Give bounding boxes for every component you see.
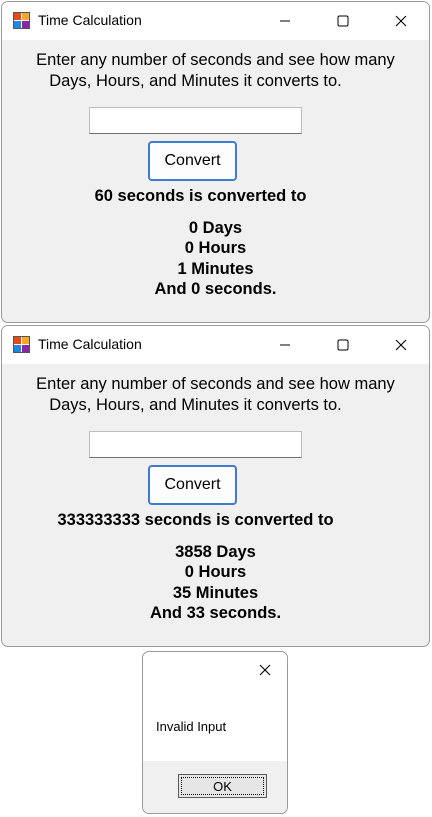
close-icon — [259, 664, 271, 676]
app-icon — [13, 12, 30, 29]
convert-button[interactable]: Convert — [148, 465, 237, 505]
ok-button[interactable]: OK — [178, 774, 267, 798]
result-hours: 0 Hours — [184, 563, 247, 582]
time-calculation-window: Time Calculation Enter any number of sec… — [1, 325, 430, 647]
close-icon — [395, 339, 407, 351]
instructions-label: Enter any number of seconds and see how … — [2, 374, 429, 416]
minimize-button[interactable] — [256, 2, 314, 40]
minimize-icon — [280, 344, 290, 346]
result-seconds: And 33 seconds. — [149, 604, 282, 623]
invalid-input-dialog: Invalid Input OK — [142, 651, 288, 814]
result-seconds: And 0 seconds. — [154, 280, 277, 299]
minimize-button[interactable] — [256, 326, 314, 364]
result-days: 3858 Days — [175, 543, 256, 561]
dialog-message: Invalid Input — [156, 719, 227, 734]
seconds-input[interactable] — [89, 431, 302, 458]
result-block: 0 Days 0 Hours 1 Minutes And 0 seconds. — [2, 218, 429, 300]
title-bar[interactable]: Time Calculation — [2, 326, 429, 364]
close-button[interactable] — [372, 2, 429, 40]
instructions-line-2: Days, Hours, and Minutes it converts to. — [49, 72, 342, 90]
maximize-button[interactable] — [314, 326, 372, 364]
instructions-line-2: Days, Hours, and Minutes it converts to. — [49, 396, 342, 414]
result-headline: 60 seconds is converted to — [94, 187, 307, 205]
maximize-icon — [337, 15, 349, 27]
result-hours: 0 Hours — [184, 239, 247, 258]
dialog-close-button[interactable] — [243, 652, 287, 688]
result-days: 0 Days — [188, 219, 243, 237]
instructions-line-1: Enter any number of seconds and see how … — [36, 51, 395, 69]
close-icon — [395, 15, 407, 27]
title-bar[interactable]: Time Calculation — [2, 2, 429, 40]
window-title: Time Calculation — [38, 12, 142, 28]
time-calculation-window: Time Calculation Enter any number of sec… — [1, 1, 430, 323]
result-block: 3858 Days 0 Hours 35 Minutes And 33 seco… — [2, 542, 429, 624]
result-minutes: 35 Minutes — [172, 583, 259, 602]
maximize-icon — [337, 339, 349, 351]
seconds-input[interactable] — [89, 107, 302, 134]
minimize-icon — [280, 20, 290, 22]
convert-button[interactable]: Convert — [148, 141, 237, 181]
dialog-footer: OK — [143, 761, 287, 813]
app-icon — [13, 336, 30, 353]
instructions-label: Enter any number of seconds and see how … — [2, 50, 429, 92]
maximize-button[interactable] — [314, 2, 372, 40]
result-minutes: 1 Minutes — [177, 259, 254, 278]
window-title: Time Calculation — [38, 336, 142, 352]
close-button[interactable] — [372, 326, 429, 364]
result-headline: 333333333 seconds is converted to — [57, 511, 334, 529]
instructions-line-1: Enter any number of seconds and see how … — [36, 375, 395, 393]
